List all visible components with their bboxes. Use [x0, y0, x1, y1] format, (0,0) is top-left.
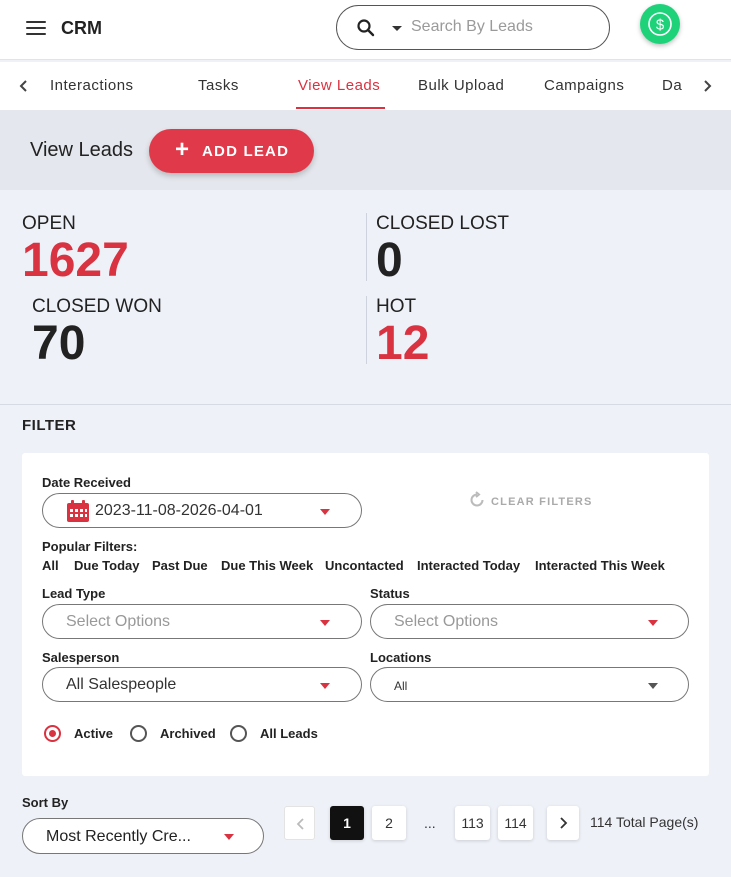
chevron-down-icon	[320, 683, 330, 689]
date-received-label: Date Received	[42, 475, 131, 490]
stat-closed-won-value: 70	[32, 317, 86, 370]
page-button-2[interactable]: 2	[372, 806, 406, 840]
stat-open-label: OPEN	[22, 213, 76, 234]
chevron-left-icon	[296, 818, 304, 830]
dollar-button[interactable]: $	[640, 4, 680, 44]
refresh-icon	[470, 491, 484, 507]
sort-by-label: Sort By	[22, 795, 69, 810]
page-button-114[interactable]: 114	[498, 806, 533, 840]
tab-dashboard[interactable]: Da	[662, 77, 682, 94]
popular-filter-all[interactable]: All	[42, 558, 59, 573]
lead-type-select[interactable]: Select Options	[42, 604, 362, 639]
tab-campaigns[interactable]: Campaigns	[544, 77, 624, 94]
chevron-down-icon	[320, 509, 330, 515]
filter-card: Date Received 2023-11-08-2026-04-01 CLEA…	[22, 453, 709, 776]
stat-hot-value: 12	[376, 317, 430, 370]
stat-closed-lost-value: 0	[376, 234, 403, 287]
hamburger-menu-icon[interactable]	[26, 21, 46, 37]
stat-hot-label: HOT	[376, 296, 417, 317]
stat-open-value: 1627	[22, 234, 129, 287]
lead-type-placeholder: Select Options	[66, 613, 171, 630]
popular-filters-label: Popular Filters:	[42, 539, 138, 554]
radio-circle[interactable]	[130, 725, 147, 742]
radio-circle[interactable]	[230, 725, 247, 742]
locations-select[interactable]: All	[370, 667, 689, 702]
page-title-bar: View Leads + ADD LEAD	[0, 110, 731, 190]
chevron-right-icon	[560, 817, 568, 829]
section-divider	[0, 404, 731, 405]
radio-archived-label: Archived	[160, 726, 216, 741]
search-icon[interactable]	[357, 19, 375, 37]
tab-interactions[interactable]: Interactions	[50, 77, 134, 94]
radio-active-label: Active	[74, 726, 114, 741]
date-range-picker[interactable]: 2023-11-08-2026-04-01	[42, 493, 362, 528]
total-pages-label: 114 Total Page(s)	[590, 814, 699, 830]
pagination-ellipsis: ...	[424, 815, 436, 831]
stat-closed-won-label: CLOSED WON	[32, 296, 162, 317]
add-lead-button[interactable]: + ADD LEAD	[149, 129, 314, 173]
page-title: View Leads	[30, 139, 134, 161]
salesperson-select[interactable]: All Salespeople	[42, 667, 362, 702]
stat-closed-lost-label: CLOSED LOST	[376, 213, 510, 234]
add-lead-label: ADD LEAD	[202, 143, 290, 160]
locations-label: Locations	[370, 650, 432, 665]
search-input[interactable]	[411, 18, 591, 36]
chevron-down-icon	[648, 683, 658, 689]
tab-view-leads[interactable]: View Leads	[298, 77, 380, 94]
dollar-circle-icon: $	[648, 12, 672, 36]
filter-heading: FILTER	[22, 417, 77, 434]
radio-circle[interactable]	[44, 725, 61, 742]
radio-all-leads-label: All Leads	[260, 726, 318, 741]
status-select[interactable]: Select Options	[370, 604, 689, 639]
sort-by-value: Most Recently Cre...	[46, 828, 191, 845]
app-title: CRM	[61, 18, 102, 38]
popular-filter-uncontacted[interactable]: Uncontacted	[325, 558, 404, 573]
stat-divider	[366, 213, 367, 281]
plus-icon: +	[175, 136, 190, 163]
tab-bar: Interactions Tasks View Leads Bulk Uploa…	[0, 62, 731, 110]
sort-by-select[interactable]: Most Recently Cre...	[22, 818, 264, 854]
popular-filter-interacted-today[interactable]: Interacted Today	[417, 558, 520, 573]
chevron-right-icon[interactable]	[700, 78, 714, 94]
tab-bulk-upload[interactable]: Bulk Upload	[418, 77, 504, 94]
popular-filter-interacted-this-week[interactable]: Interacted This Week	[535, 558, 665, 573]
search-scope-caret-icon[interactable]	[392, 26, 402, 31]
date-range-value: 2023-11-08-2026-04-01	[95, 502, 263, 519]
status-placeholder: Select Options	[394, 613, 499, 630]
clear-filters-label: CLEAR FILTERS	[491, 496, 593, 508]
tab-scroll-area: Interactions Tasks View Leads Bulk Uploa…	[40, 62, 692, 110]
chevron-down-icon	[224, 834, 234, 840]
svg-text:$: $	[656, 17, 665, 34]
stat-divider	[366, 296, 367, 364]
search-box[interactable]	[336, 5, 610, 50]
locations-value: All	[394, 679, 408, 693]
popular-filter-due-today[interactable]: Due Today	[74, 558, 140, 573]
chevron-down-icon	[320, 620, 330, 626]
chevron-down-icon	[648, 620, 658, 626]
active-tab-indicator	[296, 107, 385, 109]
salesperson-value: All Salespeople	[66, 676, 177, 693]
status-label: Status	[370, 586, 410, 601]
popular-filter-past-due[interactable]: Past Due	[152, 558, 208, 573]
prev-page-button[interactable]	[284, 806, 315, 840]
page-button-113[interactable]: 113	[455, 806, 490, 840]
calendar-icon	[67, 500, 89, 522]
popular-filter-due-this-week[interactable]: Due This Week	[221, 558, 313, 573]
app-header: CRM $	[0, 0, 731, 60]
chevron-left-icon[interactable]	[17, 78, 31, 94]
next-page-button[interactable]	[547, 806, 579, 840]
lead-type-label: Lead Type	[42, 586, 106, 601]
tab-tasks[interactable]: Tasks	[198, 77, 239, 94]
page-button-1[interactable]: 1	[330, 806, 364, 840]
salesperson-label: Salesperson	[42, 650, 120, 665]
